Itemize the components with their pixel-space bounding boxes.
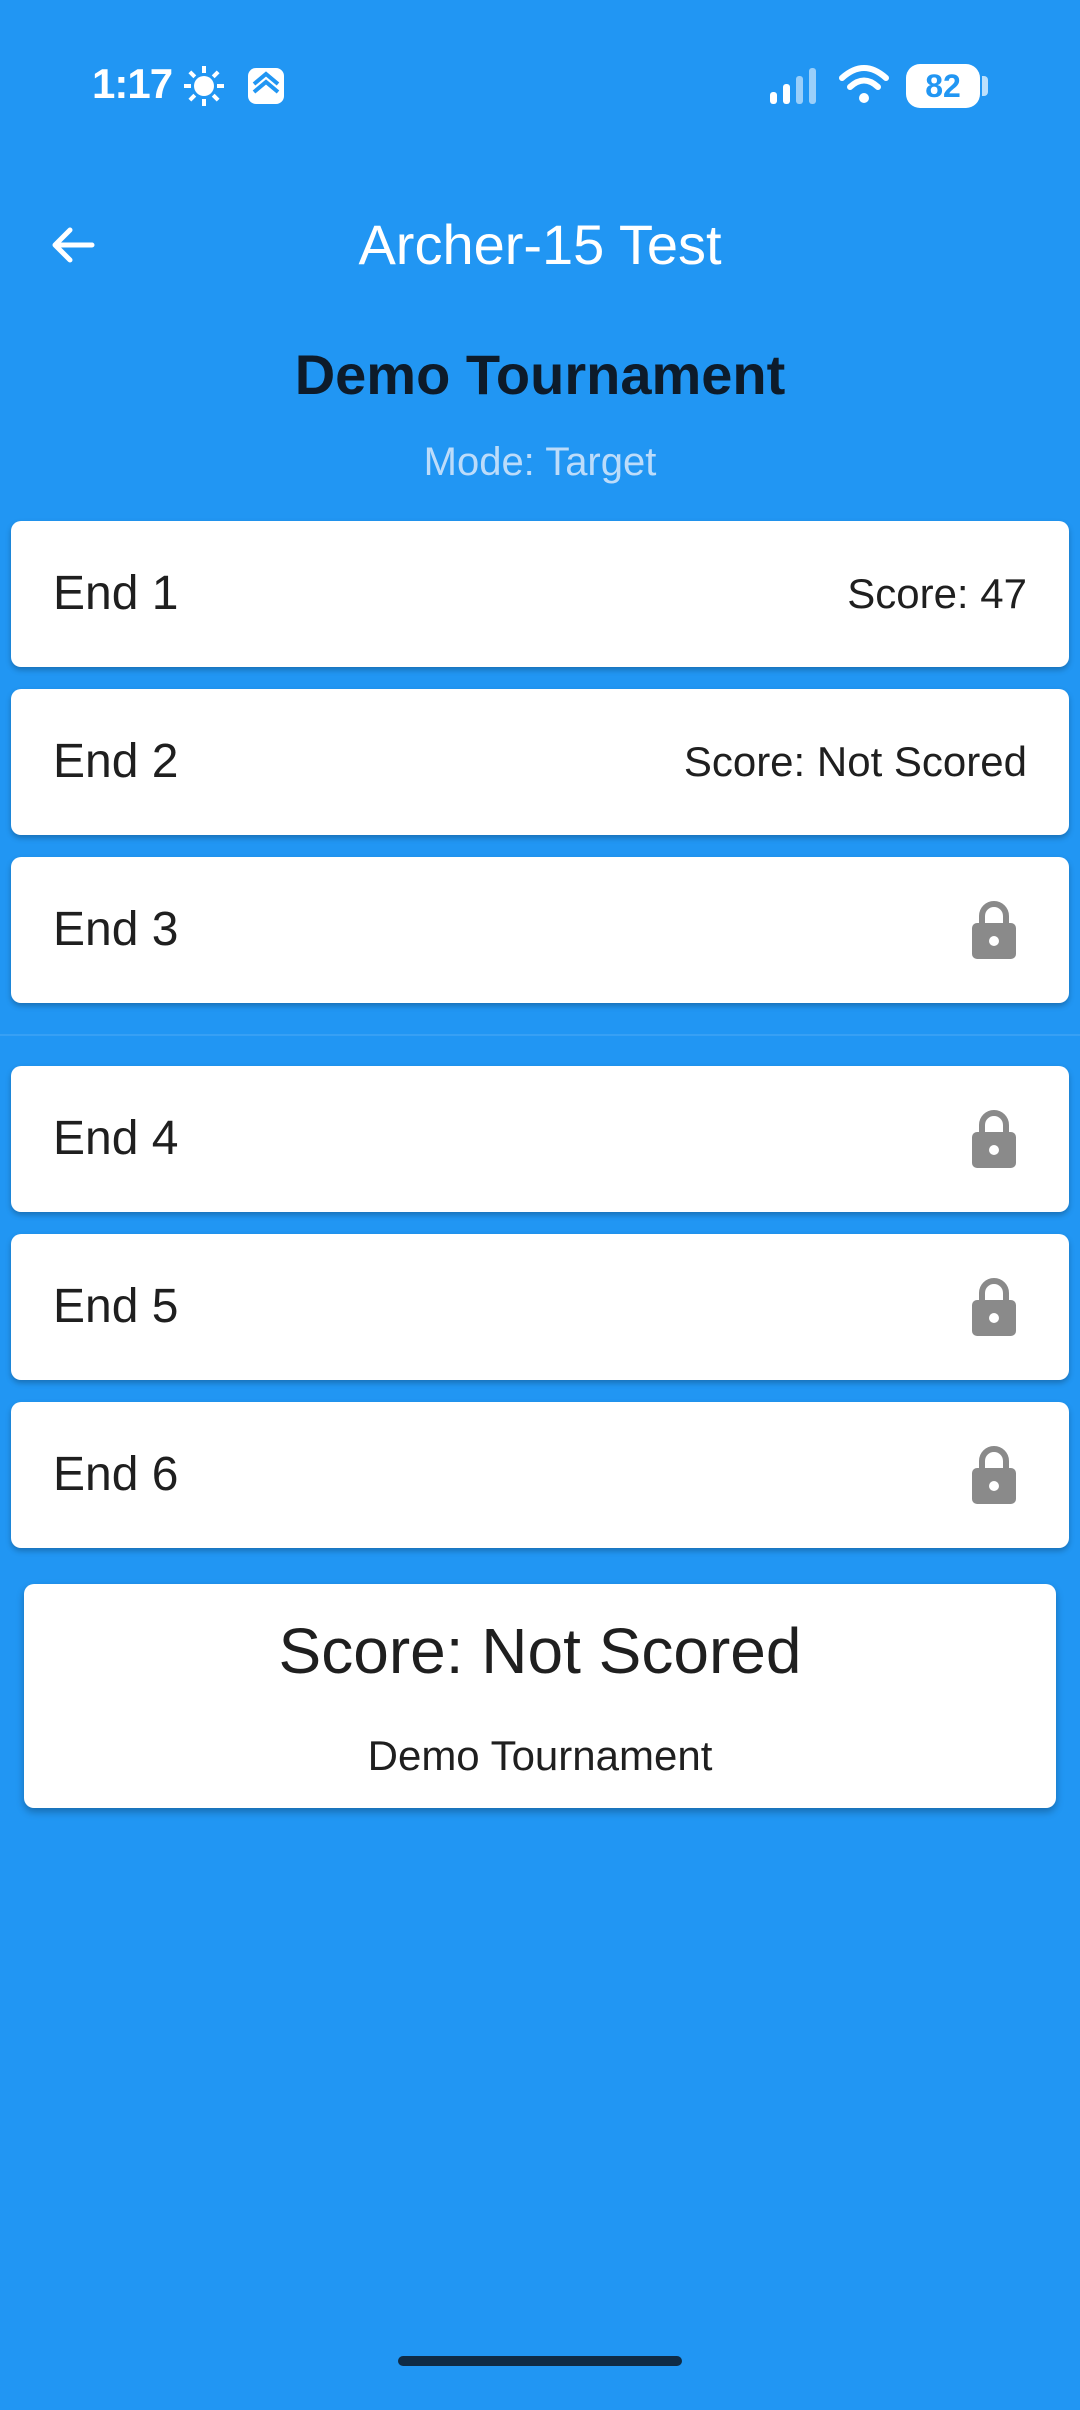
end-card-6[interactable]: End 6	[11, 1402, 1069, 1548]
end-label: End 6	[53, 1448, 179, 1501]
end-label: End 5	[53, 1280, 179, 1333]
end-label: End 3	[53, 903, 179, 956]
mode-label: Mode: Target	[423, 440, 657, 484]
battery-icon: 82	[906, 64, 980, 108]
summary-tournament: Demo Tournament	[367, 1732, 713, 1779]
lock-icon	[972, 901, 1016, 959]
end-label: End 4	[53, 1112, 179, 1165]
end-card-4[interactable]: End 4	[11, 1066, 1069, 1212]
app-bar: Archer-15 Test	[0, 180, 1080, 310]
summary-score: Score: Not Scored	[278, 1615, 802, 1687]
app-notification-icon	[248, 68, 284, 104]
status-bar: 1:17 82	[0, 0, 1080, 170]
summary-card: Score: Not Scored Demo Tournament	[24, 1584, 1056, 1808]
end-card-1[interactable]: End 1 Score: 47	[11, 521, 1069, 667]
lock-icon	[972, 1110, 1016, 1168]
divider	[0, 1034, 1080, 1036]
brightness-icon	[184, 66, 224, 106]
end-card-3[interactable]: End 3	[11, 857, 1069, 1003]
lock-icon	[972, 1278, 1016, 1336]
end-label: End 1	[53, 567, 179, 620]
tournament-title: Demo Tournament	[294, 343, 786, 406]
page-title: Archer-15 Test	[358, 213, 722, 276]
end-card-5[interactable]: End 5	[11, 1234, 1069, 1380]
wifi-icon	[839, 65, 889, 103]
signal-icon	[770, 68, 816, 104]
status-time: 1:17	[92, 60, 173, 107]
home-indicator[interactable]	[398, 2356, 682, 2366]
end-score: Score: Not Scored	[683, 738, 1027, 785]
end-label: End 2	[53, 735, 179, 788]
end-card-2[interactable]: End 2 Score: Not Scored	[11, 689, 1069, 835]
lock-icon	[972, 1446, 1016, 1504]
end-score: Score: 47	[847, 570, 1027, 617]
battery-cap	[982, 76, 988, 96]
